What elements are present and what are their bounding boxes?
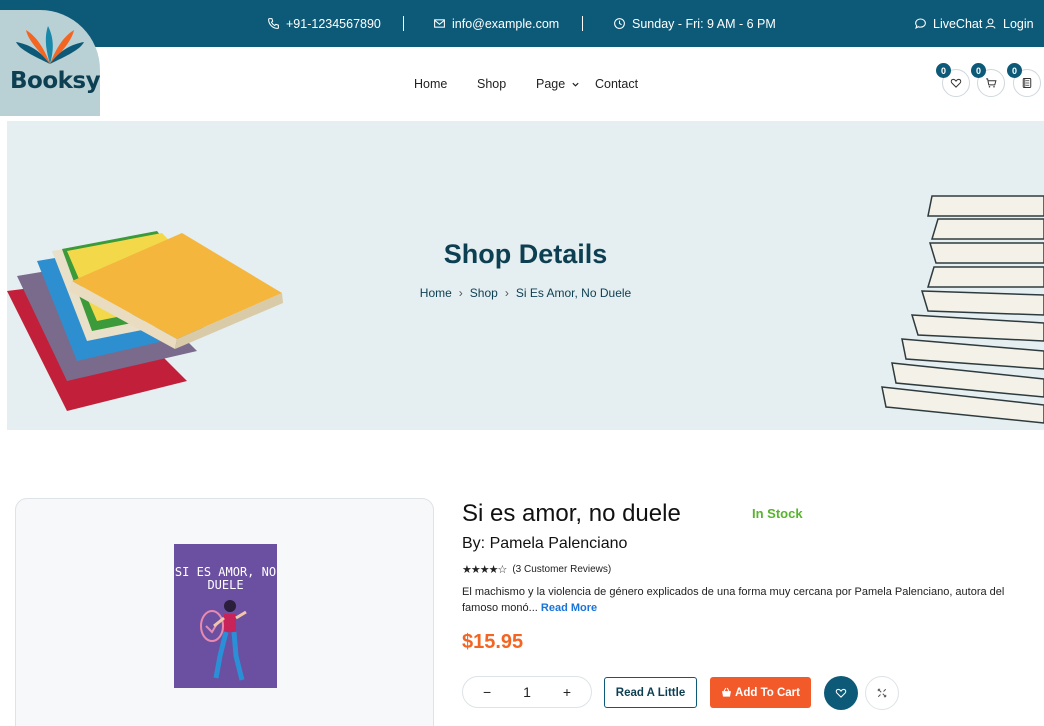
star-rating-icon: ★★★★☆	[462, 564, 507, 576]
email-contact[interactable]: info@example.com	[433, 0, 559, 47]
compare-product-button[interactable]	[865, 676, 899, 710]
phone-contact[interactable]: +91-1234567890	[267, 0, 381, 47]
nav-home[interactable]: Home	[414, 77, 447, 91]
compare-count-badge: 0	[1007, 63, 1022, 78]
nav-page-label: Page	[536, 77, 566, 91]
hours-text: Sunday - Fri: 9 AM - 6 PM	[632, 16, 776, 31]
read-a-little-button[interactable]: Read A Little	[604, 677, 697, 708]
breadcrumb-separator-icon: ›	[458, 286, 463, 300]
page-title: Shop Details	[443, 239, 608, 269]
book-stack-right-illustration	[881, 195, 1044, 424]
cart-count-badge: 0	[971, 63, 986, 78]
breadcrumb-current: Si Es Amor, No Duele	[515, 286, 632, 300]
quantity-value[interactable]: 1	[523, 684, 531, 700]
livechat-link[interactable]: LiveChat	[914, 0, 982, 47]
phone-icon	[268, 18, 279, 29]
add-to-cart-label: Add To Cart	[735, 686, 800, 699]
product-price: $15.95	[462, 631, 524, 653]
page-banner: Shop Details Home › Shop › Si Es Amor, No Du…	[7, 121, 1044, 430]
book-icon	[1022, 78, 1032, 88]
nav-shop[interactable]: Shop	[477, 77, 506, 91]
email-text: info@example.com	[452, 16, 560, 31]
user-icon	[985, 18, 996, 29]
quantity-stepper: − 1 +	[462, 676, 592, 708]
cover-title: SI ES AMOR, NO DUELE	[174, 565, 277, 592]
chevron-down-icon	[572, 82, 579, 87]
cart-icon	[986, 78, 997, 88]
login-text: Login	[1003, 16, 1034, 31]
read-more-link[interactable]: Read More	[541, 602, 597, 614]
compare-button[interactable]: 0	[1007, 63, 1041, 97]
product-description: El machismo y la violencia de género exp…	[462, 585, 1037, 616]
chat-icon	[915, 18, 926, 30]
clock-icon	[614, 18, 625, 29]
product-author: By: Pamela Palenciano	[462, 535, 628, 552]
product-image-frame[interactable]: SI ES AMOR, NO DUELE	[15, 498, 434, 726]
nav-page[interactable]: Page	[536, 77, 580, 91]
login-link[interactable]: Login	[984, 0, 1034, 47]
livechat-text: LiveChat	[933, 16, 983, 31]
wishlist-count-badge: 0	[936, 63, 951, 78]
top-bar: +91-1234567890 info@example.com Sunday -…	[0, 0, 1044, 47]
book-cover-image: SI ES AMOR, NO DUELE	[174, 544, 277, 688]
breadcrumb-shop[interactable]: Shop	[470, 286, 498, 300]
breadcrumb-separator-icon: ›	[504, 286, 509, 300]
breadcrumb: Home › Shop › Si Es Amor, No Duele	[7, 286, 1044, 300]
cart-button[interactable]: 0	[971, 63, 1005, 97]
main-nav: Home Shop Page Contact 0 0 0	[0, 47, 1044, 121]
review-count[interactable]: (3 Customer Reviews)	[512, 564, 611, 575]
divider	[403, 16, 404, 31]
heart-icon	[950, 78, 962, 88]
decrease-quantity-button[interactable]: −	[475, 684, 499, 700]
basket-icon	[722, 687, 731, 697]
nav-contact[interactable]: Contact	[595, 77, 638, 91]
add-to-cart-button[interactable]: Add To Cart	[710, 677, 811, 708]
increase-quantity-button[interactable]: +	[555, 684, 579, 700]
product-title: Si es amor, no duele	[462, 500, 681, 527]
heart-icon	[835, 688, 847, 698]
product-rating: ★★★★☆ (3 Customer Reviews)	[462, 563, 611, 576]
compare-arrows-icon	[877, 688, 887, 698]
wishlist-button[interactable]: 0	[936, 63, 970, 97]
phone-text: +91-1234567890	[286, 16, 381, 31]
breadcrumb-home[interactable]: Home	[420, 286, 452, 300]
stock-status-badge: In Stock	[752, 506, 803, 521]
add-to-wishlist-button[interactable]	[824, 676, 858, 710]
cover-figure-illustration	[200, 600, 247, 681]
mail-icon	[434, 19, 445, 28]
opening-hours: Sunday - Fri: 9 AM - 6 PM	[613, 0, 776, 47]
divider	[582, 16, 583, 31]
